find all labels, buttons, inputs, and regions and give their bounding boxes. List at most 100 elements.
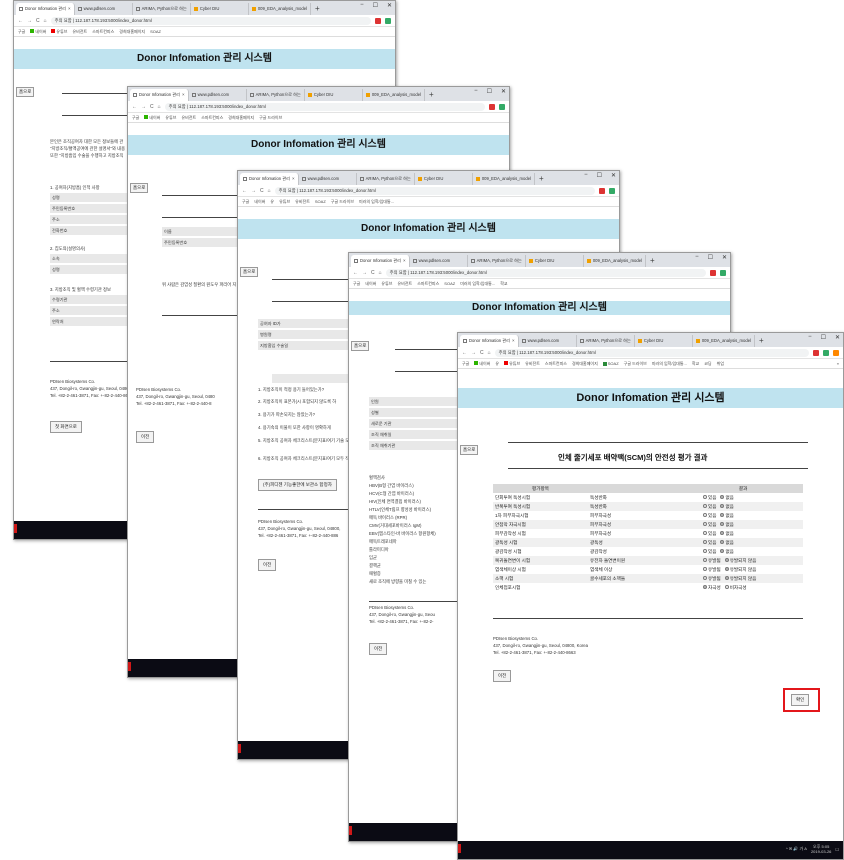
tab-eda[interactable]: 009_EDA_analysis_model (249, 3, 311, 15)
extension-icon[interactable] (375, 17, 381, 24)
home-button[interactable]: 홈으로 (460, 445, 479, 455)
home-icon[interactable]: ⌂ (488, 350, 491, 356)
bookmark-item[interactable]: 경희대홈페이지 (572, 361, 598, 367)
bookmark-item[interactable]: 스마트컨피스 (201, 115, 223, 121)
forward-icon[interactable]: → (27, 18, 32, 24)
bookmark-item[interactable]: 스마트컨피스 (417, 281, 439, 287)
tab-arima[interactable]: ARIMA, Python으로 하는 (247, 89, 305, 101)
minimize-icon[interactable]: − (360, 2, 364, 9)
tab-eda[interactable]: 009_EDA_analysis_model (473, 173, 535, 185)
form-row[interactable]: 성별 (369, 408, 469, 417)
form-row[interactable]: 병원명 (258, 330, 358, 339)
start-icon[interactable] (128, 662, 131, 671)
new-tab-button[interactable]: + (646, 255, 659, 267)
new-tab-button[interactable]: + (535, 173, 548, 185)
tab-pdlsen[interactable]: www.pdlsen.com (75, 3, 133, 15)
home-button[interactable]: 홈으로 (351, 341, 370, 351)
bookmark-item[interactable]: 스마트컨피스 (545, 361, 567, 367)
bookmark-item[interactable]: 유비전트 (181, 115, 196, 121)
bookmark-item[interactable]: 코딩 (704, 361, 711, 367)
bookmark-item[interactable]: SOAZ (444, 281, 455, 286)
prev-button[interactable]: 이전 (258, 559, 277, 571)
result-radio[interactable] (720, 540, 725, 545)
maximize-icon[interactable]: ☐ (373, 2, 378, 9)
bookmark-item[interactable]: SOAZ (315, 199, 326, 204)
maximize-icon[interactable]: ☐ (821, 334, 826, 341)
back-icon[interactable]: ← (462, 350, 467, 356)
tab-donor[interactable]: Donor Infomation 관리 × (240, 173, 299, 185)
tab-donor[interactable]: Donor Infomation 관리 × (130, 89, 189, 101)
reload-icon[interactable]: C (371, 270, 375, 276)
clock[interactable]: 오후 5:05 2019-03-26 (811, 844, 831, 854)
address-bar[interactable]: 주의 요함 | 112.187.178.193:5000/index_donor… (274, 186, 595, 195)
tab-pdlsen[interactable]: www.pdlsen.com (519, 335, 577, 347)
tray-icons[interactable]: ^ ✉ 🔊 가 A (786, 846, 807, 852)
extension-icon[interactable] (489, 103, 495, 110)
bookmark-item[interactable]: 미러의 입학/입대통... (652, 361, 687, 367)
extension-icon[interactable] (720, 269, 726, 276)
bookmark-item[interactable]: 네이버 (30, 29, 46, 35)
form-row[interactable]: 지방흡입 수술일 (258, 341, 358, 350)
storage-confirm-button[interactable]: (주)피디젠 기능좋한에 보관소 합정자 (258, 479, 337, 491)
result-radio[interactable] (703, 522, 707, 527)
result-radio[interactable] (703, 495, 707, 500)
bookmark-item[interactable]: SOAZ (602, 361, 619, 366)
bookmark-item[interactable]: 구글 드라이브 (331, 199, 354, 205)
bookmark-item[interactable]: SOAZ (150, 29, 161, 34)
bookmark-item[interactable]: 취업 (717, 361, 724, 367)
home-icon[interactable]: ⌂ (44, 18, 47, 24)
tab-cyber[interactable]: Cyber DIU (526, 255, 584, 267)
notification-icon[interactable]: ☐ (835, 847, 839, 852)
result-radio[interactable] (703, 558, 707, 563)
extension-icon[interactable] (710, 269, 716, 276)
bookmark-item[interactable]: 경희대홈페이지 (228, 115, 254, 121)
prev-button[interactable]: 이전 (369, 643, 388, 655)
home-button[interactable]: 홈으로 (16, 87, 35, 97)
maximize-icon[interactable]: ☐ (597, 172, 602, 179)
forward-icon[interactable]: → (471, 350, 476, 356)
tab-arima[interactable]: ARIMA, Python으로 하는 (357, 173, 415, 185)
reload-icon[interactable]: C (36, 18, 40, 24)
minimize-icon[interactable]: − (695, 254, 699, 261)
extension-icon[interactable] (609, 187, 615, 194)
form-row[interactable]: 조직 채취일 (369, 430, 469, 439)
bookmark-item[interactable]: 미러의 입학/입대통... (359, 199, 394, 205)
reload-icon[interactable]: C (480, 350, 484, 356)
address-bar[interactable]: 주의 요함 | 112.187.178.193:5000/index_donor… (50, 16, 371, 25)
result-radio[interactable] (720, 522, 725, 527)
back-icon[interactable]: ← (18, 18, 23, 24)
tab-arima[interactable]: ARIMA, Python으로 하는 (577, 335, 635, 347)
prev-button[interactable]: 이전 (493, 670, 512, 682)
home-icon[interactable]: ⌂ (268, 188, 271, 194)
back-icon[interactable]: ← (353, 270, 358, 276)
tab-cyber[interactable]: Cyber DIU (305, 89, 363, 101)
tab-cyber[interactable]: Cyber DIU (191, 3, 249, 15)
new-tab-button[interactable]: + (311, 3, 324, 15)
extension-icon[interactable] (833, 349, 839, 356)
reload-icon[interactable]: C (260, 188, 264, 194)
result-radio[interactable] (724, 567, 729, 572)
result-radio[interactable] (720, 549, 725, 554)
home-icon[interactable]: ⌂ (158, 104, 161, 110)
bookmark-item[interactable]: 유 (495, 361, 499, 367)
start-icon[interactable] (349, 826, 352, 835)
prev-button[interactable]: 이전 (136, 431, 155, 443)
tab-donor[interactable]: Donor Infomation 관리 × (16, 3, 75, 15)
close-icon[interactable]: ✕ (387, 2, 392, 9)
start-icon[interactable] (14, 524, 17, 533)
result-radio[interactable] (720, 513, 725, 518)
maximize-icon[interactable]: ☐ (487, 88, 492, 95)
form-row[interactable]: 조직 채취기관 (369, 441, 469, 450)
bookmark-item[interactable]: 네이버 (474, 361, 490, 367)
tab-pdlsen[interactable]: www.pdlsen.com (189, 89, 247, 101)
bookmark-item[interactable]: 구글 (242, 199, 249, 205)
bookmark-item[interactable]: 네이버 (254, 199, 265, 205)
tab-arima[interactable]: ARIMA, Python으로 하는 (133, 3, 191, 15)
tab-cyber[interactable]: Cyber DIU (635, 335, 693, 347)
minimize-icon[interactable]: − (474, 88, 478, 95)
minimize-icon[interactable]: − (584, 172, 588, 179)
bookmark-item[interactable]: 경희대홈페이지 (119, 29, 145, 35)
address-bar[interactable]: 주의 요함 | 112.187.178.193:5000/index_donor… (494, 348, 809, 357)
bookmark-item[interactable]: 학교 (692, 361, 699, 367)
new-tab-button[interactable]: + (755, 335, 768, 347)
